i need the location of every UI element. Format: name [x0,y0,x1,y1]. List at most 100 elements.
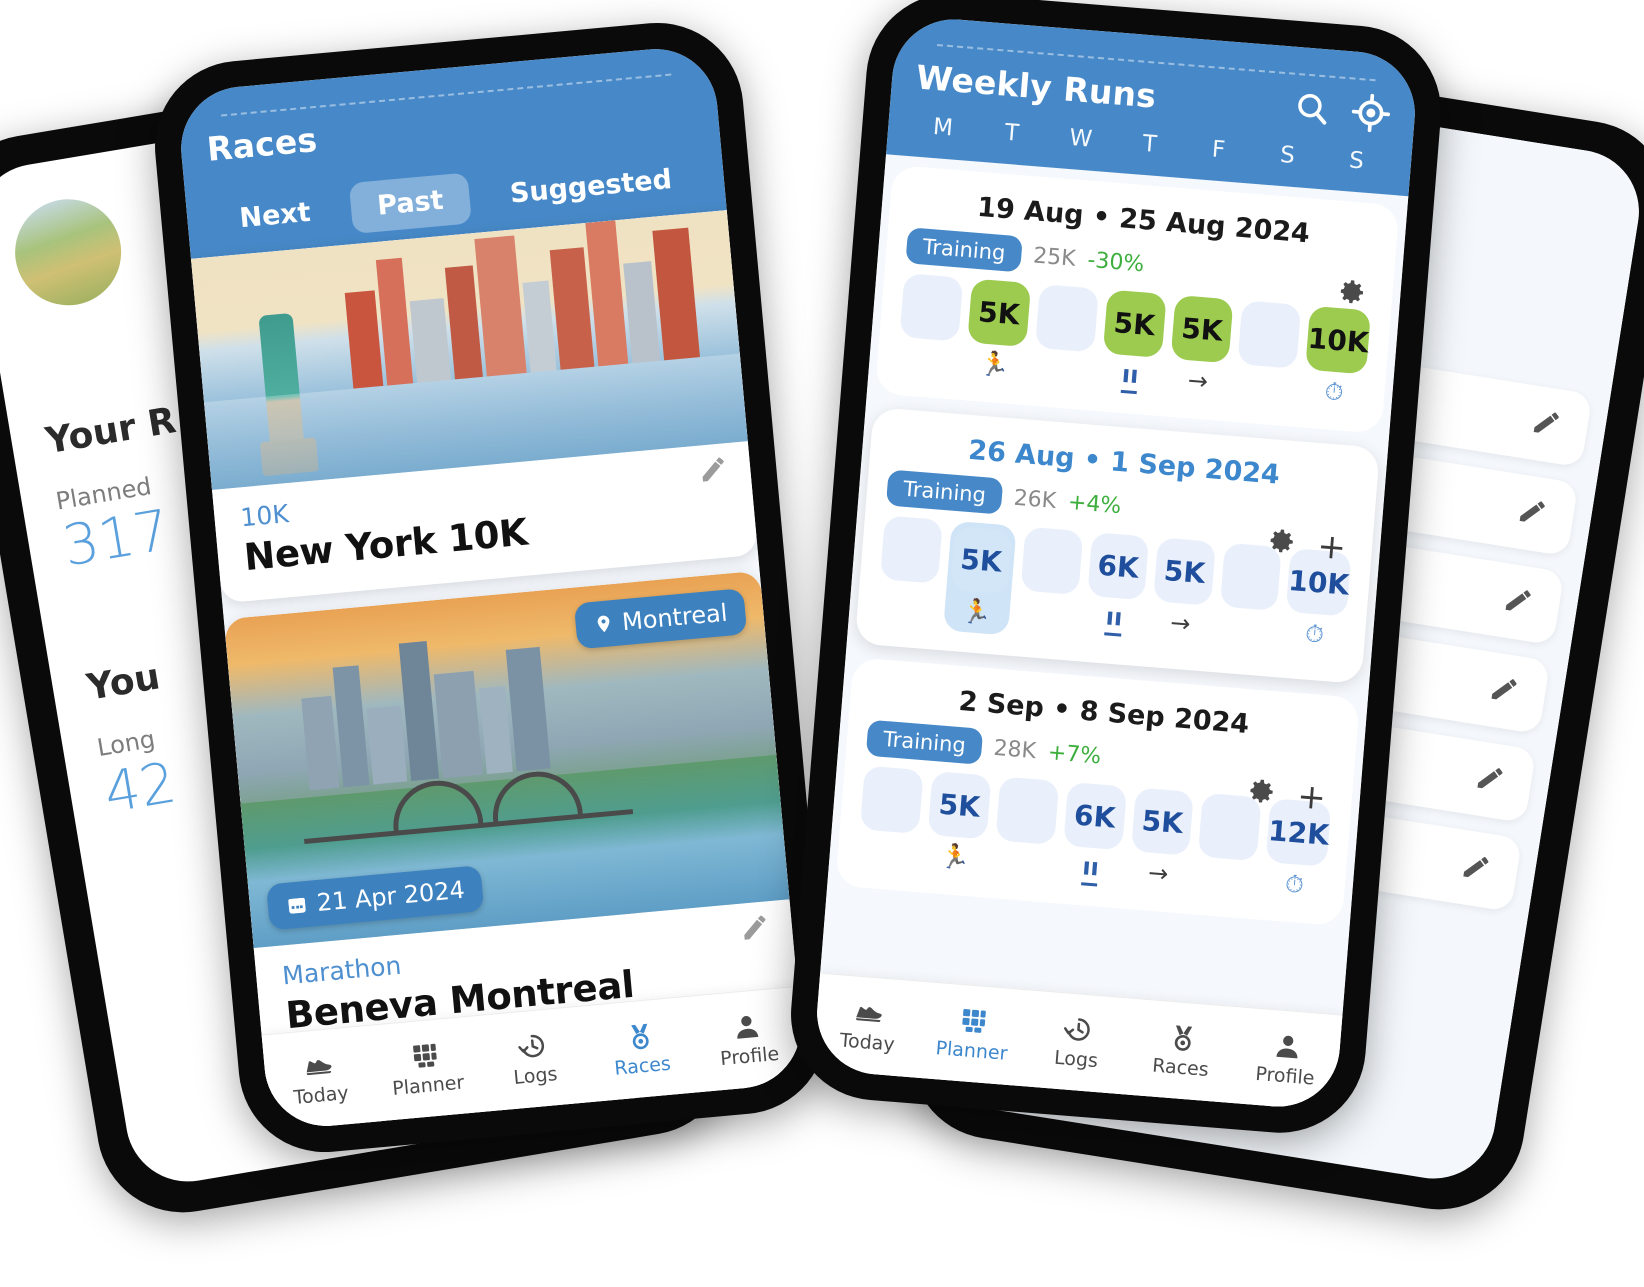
day-distance[interactable]: 10K [1305,305,1372,375]
clock-icon: ⏱ [1284,869,1305,900]
day-cell[interactable] [857,765,924,869]
day-distance[interactable]: 5K [1153,537,1216,606]
nav-item-races[interactable]: Races [1127,1019,1236,1083]
arrow-icon: → [1186,366,1210,396]
pencil-icon[interactable] [1515,494,1550,532]
medal-icon [1174,1025,1192,1051]
week-actions: + [1246,775,1328,819]
day-cell[interactable] [897,273,964,376]
week-delta: +4% [1067,489,1123,519]
day-distance[interactable]: 5K [949,525,1013,595]
day-distance[interactable]: 6K [1086,531,1150,601]
day-cell[interactable]: 5K 🏃 [942,520,1017,636]
gear-icon [1249,779,1273,803]
day-cell[interactable] [1018,526,1084,630]
races-tab-past[interactable]: Past [349,172,472,234]
day-cell[interactable] [1235,300,1302,403]
pencil-icon [1519,501,1545,522]
race-card-new-york[interactable]: 10K New York 10K [190,210,759,604]
dow-4: F [1210,136,1227,164]
day-distance[interactable] [1020,526,1084,596]
person-icon [737,1016,759,1039]
nav-label: Races [613,1052,672,1080]
day-cell[interactable]: 5K 🏃 [925,770,992,874]
pencil-icon[interactable] [1501,583,1536,621]
day-distance[interactable]: 5K [1130,787,1195,856]
week-status-badge: Training [885,469,1004,515]
week-total-distance: 26K [1012,485,1058,514]
clock-icon: ⏱ [1304,619,1326,649]
day-cell[interactable] [992,776,1059,879]
day-distance[interactable] [859,765,924,835]
gear-icon [1340,280,1364,304]
nav-label: Logs [1053,1046,1099,1073]
nav-item-races[interactable]: Races [585,1017,697,1083]
pencil-icon[interactable] [1473,761,1508,799]
pencil-icon[interactable] [1529,405,1564,443]
nav-item-logs[interactable]: Logs [478,1026,590,1092]
week-status-badge: Training [865,719,984,765]
nav-item-profile[interactable]: Profile [1232,1027,1341,1091]
day-distance[interactable]: 5K [927,770,992,840]
intervals-icon: ıı [1104,602,1124,637]
day-cell[interactable]: 5K 🏃 [964,278,1031,382]
nav-label: Planner [934,1037,1009,1065]
plus-icon[interactable]: + [1296,776,1328,818]
run-icon: 🏃 [960,596,993,628]
pencil-icon[interactable] [1458,850,1493,888]
nav-item-logs[interactable]: Logs [1023,1010,1132,1074]
day-distance[interactable] [1237,300,1302,369]
nav-item-today[interactable]: Today [814,994,923,1058]
nav-item-planner[interactable]: Planner [371,1036,483,1102]
day-cell[interactable]: 5K → [1151,537,1216,640]
screen-races: Races Next Past Suggested 10K New York 1… [175,43,807,1132]
races-tab-next[interactable]: Next [211,185,338,247]
day-distance[interactable]: 5K [967,278,1031,348]
day-distance[interactable] [879,515,943,584]
nav-item-profile[interactable]: Profile [692,1007,804,1073]
shoe-icon [306,1060,332,1076]
day-distance[interactable] [1034,283,1099,353]
day-distance[interactable]: 6K [1062,781,1127,851]
nav-label: Logs [512,1063,559,1089]
gear-icon[interactable] [1337,277,1367,311]
week-total-distance: 25K [1032,242,1077,272]
day-distance[interactable] [995,776,1059,845]
weeks-list: 19 Aug • 25 Aug 2024 Training 25K -30% 5K 🏃 5K… [827,164,1407,927]
day-cell[interactable]: 6K ıı [1060,781,1127,888]
gear-icon[interactable] [1266,526,1296,560]
gear-icon[interactable] [1246,776,1276,810]
search-icon[interactable] [1292,88,1333,129]
day-cell[interactable]: 6K ıı [1084,531,1150,638]
week-status-badge: Training [905,227,1023,273]
nav-item-today[interactable]: Today [263,1046,375,1112]
intervals-icon: ıı [1120,359,1140,395]
clock-icon: ⏱ [1323,377,1345,407]
dow-3: T [1141,130,1158,158]
pencil-icon[interactable] [1487,672,1522,710]
nav-item-planner[interactable]: Planner [918,1002,1027,1066]
week-card[interactable]: 2 Sep • 8 Sep 2024 Training 28K +7% +5K 🏃 6K ıı… [835,657,1360,927]
day-cell[interactable]: 10K ⏱ [1303,305,1372,410]
races-tab-suggested[interactable]: Suggested [482,152,700,222]
pencil-icon[interactable] [739,911,772,944]
trail-runner-avatar [7,191,130,314]
day-cell[interactable]: 5K → [1128,787,1195,890]
week-card[interactable]: 26 Aug • 1 Sep 2024 Training 26K +4% +5K 🏃 6K ı… [854,407,1381,685]
day-distance[interactable] [899,273,964,342]
plus-icon[interactable]: + [1316,526,1348,568]
gps-target-icon[interactable] [1349,91,1392,134]
intervals-icon: ıı [1080,852,1100,887]
day-cell[interactable]: 5K → [1167,294,1234,398]
week-total-distance: 28K [992,735,1037,764]
day-cell[interactable] [877,515,943,618]
week-card[interactable]: 19 Aug • 25 Aug 2024 Training 25K -30% 5K 🏃 5K… [874,164,1400,434]
montreal-skyline-watercolor: 21 Apr 2024 Montreal [223,570,790,948]
day-distance[interactable]: 5K [1102,289,1167,358]
day-cell[interactable] [1032,283,1099,387]
pencil-icon[interactable] [697,453,730,486]
day-cell[interactable]: 5K ıı [1099,289,1167,395]
pencil-icon [1491,679,1517,700]
nav-label: Today [838,1029,896,1056]
day-distance[interactable]: 5K [1170,294,1234,364]
